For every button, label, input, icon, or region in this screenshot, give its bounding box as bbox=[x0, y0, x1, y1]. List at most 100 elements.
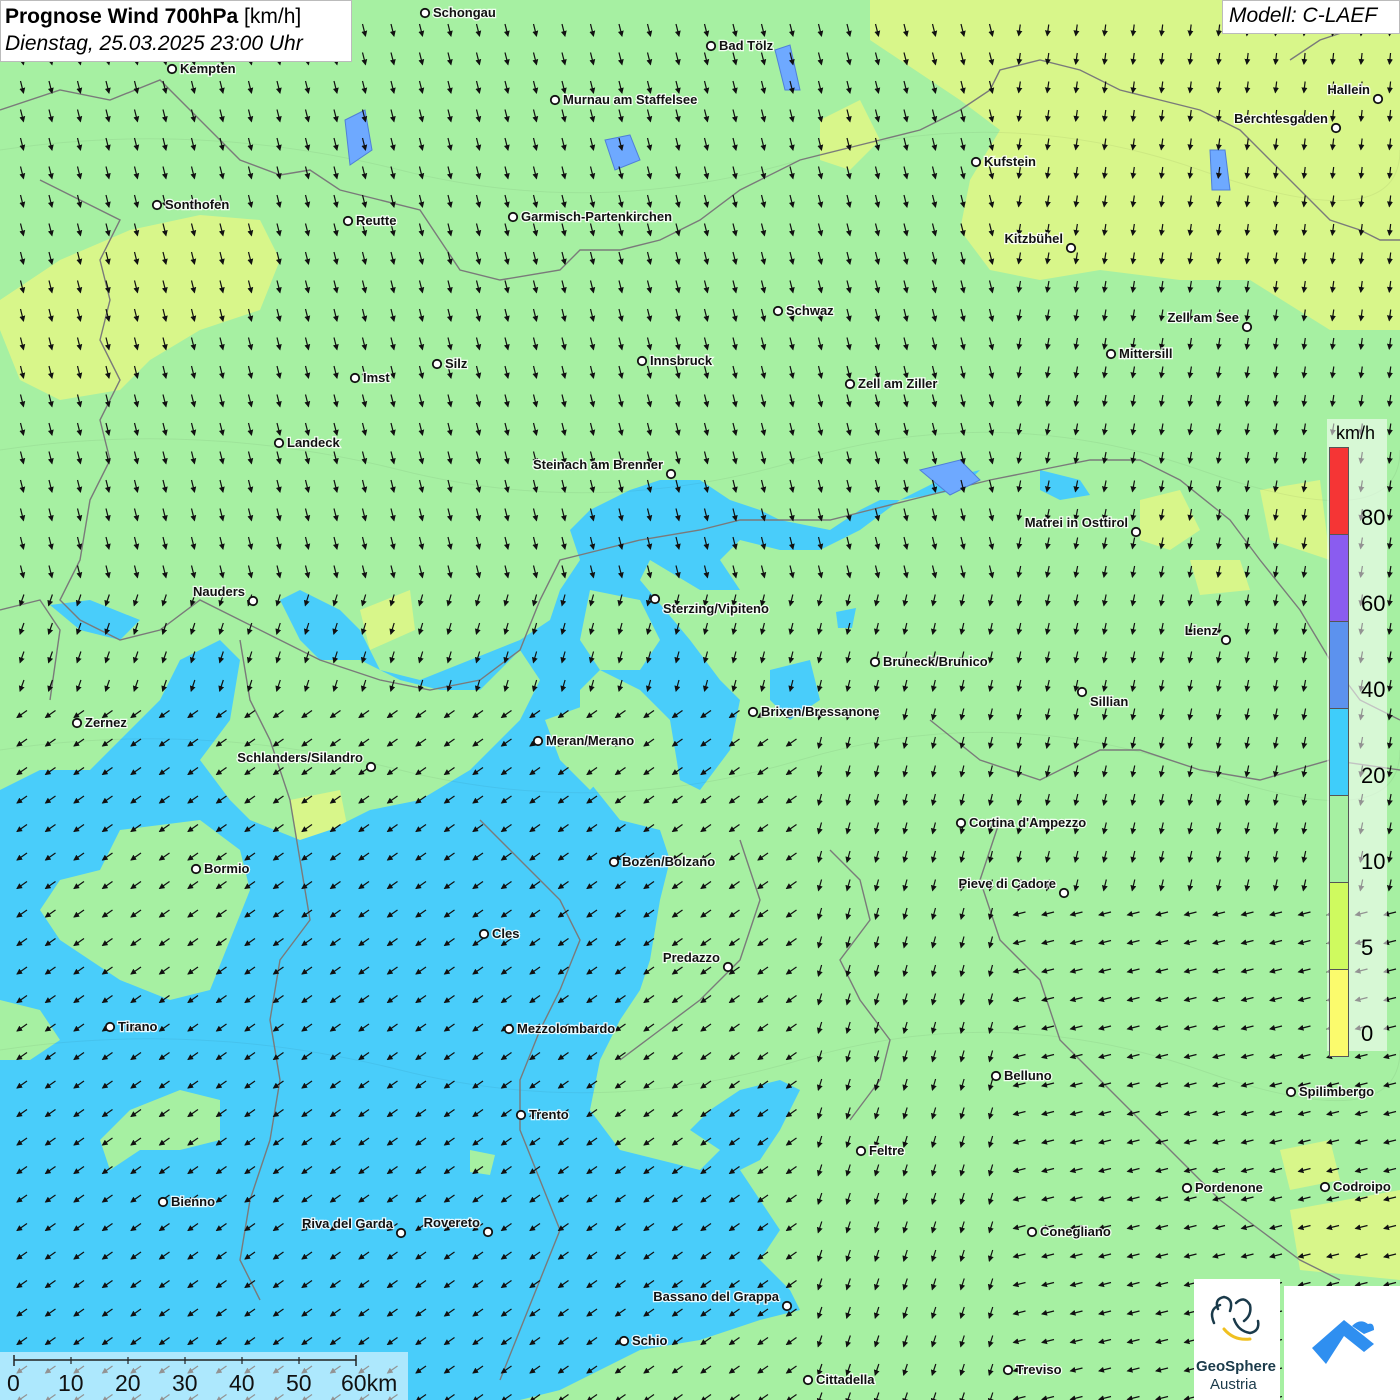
city-marker: Zell am Ziller bbox=[844, 375, 939, 392]
legend-bar bbox=[1329, 447, 1351, 1057]
mountain-icon bbox=[1312, 1320, 1374, 1364]
city-label: Treviso bbox=[1016, 1362, 1062, 1377]
city-dot bbox=[955, 817, 967, 829]
city-dot bbox=[349, 372, 361, 384]
city-dot bbox=[431, 358, 443, 370]
city-label: Rovereto bbox=[424, 1215, 480, 1230]
city-label: Cittadella bbox=[816, 1372, 875, 1387]
city-dot bbox=[855, 1145, 867, 1157]
city-dot bbox=[1241, 321, 1253, 333]
map-unit: [km/h] bbox=[244, 5, 302, 28]
city-label: Predazzo bbox=[663, 950, 720, 965]
city-dot bbox=[970, 156, 982, 168]
city-dot bbox=[705, 40, 717, 52]
legend-segment bbox=[1329, 621, 1349, 708]
city-label: Murnau am Staffelsee bbox=[563, 92, 697, 107]
city-dot bbox=[419, 7, 431, 19]
legend-label: 60 bbox=[1361, 591, 1386, 616]
city-label: Matrei in Osttirol bbox=[1025, 515, 1128, 530]
city-marker: Spilimbergo bbox=[1285, 1083, 1375, 1100]
wind-map: Schongau Bad Tölz Kempten Murnau am Staffel… bbox=[0, 0, 1400, 1400]
city-label: Zernez bbox=[85, 715, 127, 730]
city-label: Schongau bbox=[433, 5, 496, 20]
city-label: Bassano del Grappa bbox=[653, 1289, 779, 1304]
city-label: Sonthofen bbox=[165, 197, 229, 212]
geosphere-logo[interactable]: GeoSphere Austria bbox=[1194, 1279, 1280, 1400]
city-label: Kempten bbox=[180, 61, 236, 76]
app-logo[interactable] bbox=[1284, 1286, 1400, 1400]
city-marker: Innsbruck bbox=[636, 352, 714, 369]
city-label: Schio bbox=[632, 1333, 667, 1348]
city-dot bbox=[166, 63, 178, 75]
city-label: Berchtesgaden bbox=[1234, 111, 1328, 126]
city-marker: Brixen/Bressanone bbox=[747, 703, 881, 720]
city-dot bbox=[747, 706, 759, 718]
map-title: Prognose Wind 700hPa bbox=[5, 5, 239, 28]
city-dot bbox=[190, 863, 202, 875]
city-label: Mittersill bbox=[1119, 346, 1172, 361]
model-label: Modell: C-LAEF bbox=[1222, 0, 1400, 34]
legend-segment bbox=[1329, 969, 1349, 1057]
city-label: Brixen/Bressanone bbox=[761, 704, 880, 719]
city-dot bbox=[104, 1021, 116, 1033]
city-label: Landeck bbox=[287, 435, 341, 450]
city-dot bbox=[1058, 887, 1070, 899]
city-dot bbox=[549, 94, 561, 106]
city-label: Belluno bbox=[1004, 1068, 1052, 1083]
scale-label: 50 bbox=[286, 1370, 312, 1396]
city-dot bbox=[649, 593, 661, 605]
logo-text-geosphere: GeoSphere bbox=[1196, 1358, 1277, 1375]
city-dot bbox=[247, 595, 259, 607]
city-dot bbox=[1220, 634, 1232, 646]
city-dot bbox=[1065, 242, 1077, 254]
legend-segment bbox=[1329, 447, 1349, 534]
scale-label: 10 bbox=[58, 1370, 84, 1396]
city-marker: Garmisch-Partenkirchen bbox=[507, 208, 673, 225]
city-dot bbox=[772, 305, 784, 317]
city-dot bbox=[990, 1070, 1002, 1082]
city-label: Cortina d'Ampezzo bbox=[969, 815, 1086, 830]
city-dot bbox=[636, 355, 648, 367]
legend-unit: km/h bbox=[1336, 423, 1376, 443]
city-label: Zell am Ziller bbox=[858, 376, 937, 391]
city-dot bbox=[395, 1227, 407, 1239]
city-label: Cles bbox=[492, 926, 519, 941]
city-label: Schwaz bbox=[786, 303, 834, 318]
scale-label: 30 bbox=[172, 1370, 198, 1396]
city-dot bbox=[1372, 93, 1384, 105]
city-label: Mezzolombardo bbox=[517, 1021, 615, 1036]
city-dot bbox=[151, 199, 163, 211]
legend-segment bbox=[1329, 708, 1349, 795]
city-dot bbox=[515, 1109, 527, 1121]
city-label: Meran/Merano bbox=[546, 733, 634, 748]
city-label: Steinach am Brenner bbox=[533, 457, 663, 472]
city-label: Garmisch-Partenkirchen bbox=[521, 209, 672, 224]
legend-label: 80 bbox=[1361, 505, 1386, 530]
city-dot bbox=[1285, 1086, 1297, 1098]
city-label: Bad Tölz bbox=[719, 38, 774, 53]
city-dot bbox=[1130, 526, 1142, 538]
legend-label: 5 bbox=[1361, 935, 1374, 960]
legend-label: 10 bbox=[1361, 849, 1386, 874]
city-dot bbox=[802, 1374, 814, 1386]
city-marker: Bruneck/Brunico bbox=[869, 653, 989, 670]
city-label: Sterzing/Vipiteno bbox=[663, 601, 769, 616]
city-dot bbox=[1076, 686, 1088, 698]
city-label: Bienno bbox=[171, 1194, 215, 1209]
city-dot bbox=[532, 735, 544, 747]
city-label: Tirano bbox=[118, 1019, 158, 1034]
city-dot bbox=[482, 1226, 494, 1238]
city-label: Bozen/Bolzano bbox=[622, 854, 715, 869]
scale-label: 40 bbox=[229, 1370, 255, 1396]
city-dot bbox=[665, 468, 677, 480]
city-dot bbox=[722, 961, 734, 973]
city-marker: Schongau bbox=[419, 4, 497, 21]
city-label: Sillian bbox=[1090, 694, 1128, 709]
city-dot bbox=[503, 1023, 515, 1035]
city-label: Pieve di Cadore bbox=[958, 876, 1056, 891]
scale-label: 60km bbox=[341, 1370, 398, 1396]
legend-label: 0 bbox=[1361, 1021, 1374, 1046]
city-label: Innsbruck bbox=[650, 353, 713, 368]
city-marker: Bozen/Bolzano bbox=[608, 853, 716, 870]
city-dot bbox=[869, 656, 881, 668]
